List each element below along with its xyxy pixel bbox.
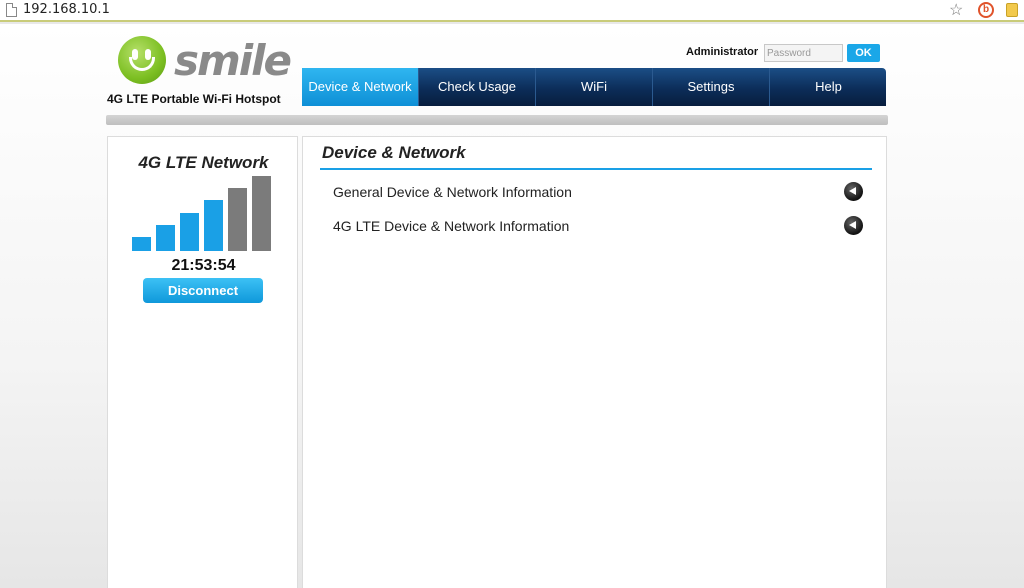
url-text[interactable]: 192.168.10.1 xyxy=(23,2,110,17)
title-divider xyxy=(320,168,872,170)
signal-strength-icon xyxy=(132,176,274,251)
star-icon[interactable]: ☆ xyxy=(949,0,963,20)
disconnect-button[interactable]: Disconnect xyxy=(143,278,263,303)
logo-text: smile xyxy=(174,36,292,85)
divider-bar xyxy=(106,115,888,125)
extension-icon[interactable]: b xyxy=(978,2,994,18)
menu-item-label[interactable]: 4G LTE Device & Network Information xyxy=(333,218,569,234)
main-nav: Device & Network Check Usage WiFi Settin… xyxy=(302,68,886,106)
ok-button[interactable]: OK xyxy=(847,44,880,62)
menu-item-general-info[interactable]: General Device & Network Information xyxy=(333,181,863,203)
signal-bar xyxy=(132,237,151,251)
tab-check-usage[interactable]: Check Usage xyxy=(419,68,536,106)
page-icon xyxy=(6,3,17,17)
menu-item-lte-info[interactable]: 4G LTE Device & Network Information xyxy=(333,215,863,237)
menu-item-label[interactable]: General Device & Network Information xyxy=(333,184,572,200)
status-panel: 4G LTE Network 21:53:54 Disconnect xyxy=(107,136,298,588)
connection-timer: 21:53:54 xyxy=(171,257,236,274)
tab-wifi[interactable]: WiFi xyxy=(536,68,653,106)
smiley-icon xyxy=(118,36,166,84)
browser-address-bar[interactable]: 192.168.10.1 ☆ b xyxy=(0,0,1024,22)
signal-bar xyxy=(180,213,199,251)
notes-icon[interactable] xyxy=(1006,3,1018,17)
signal-bar xyxy=(252,176,271,251)
network-title: 4G LTE Network xyxy=(138,153,269,172)
page-title: Device & Network xyxy=(322,143,466,162)
signal-bar xyxy=(228,188,247,251)
arrow-left-icon[interactable] xyxy=(844,182,863,201)
password-input[interactable] xyxy=(764,44,843,62)
signal-bar xyxy=(204,200,223,251)
tab-help[interactable]: Help xyxy=(770,68,887,106)
admin-label: Administrator xyxy=(686,46,759,58)
tab-settings[interactable]: Settings xyxy=(653,68,770,106)
tagline: 4G LTE Portable Wi-Fi Hotspot xyxy=(107,92,281,106)
signal-bar xyxy=(156,225,175,251)
content-panel: Device & Network General Device & Networ… xyxy=(302,136,887,588)
arrow-left-icon[interactable] xyxy=(844,216,863,235)
tab-device-network[interactable]: Device & Network xyxy=(302,68,419,106)
